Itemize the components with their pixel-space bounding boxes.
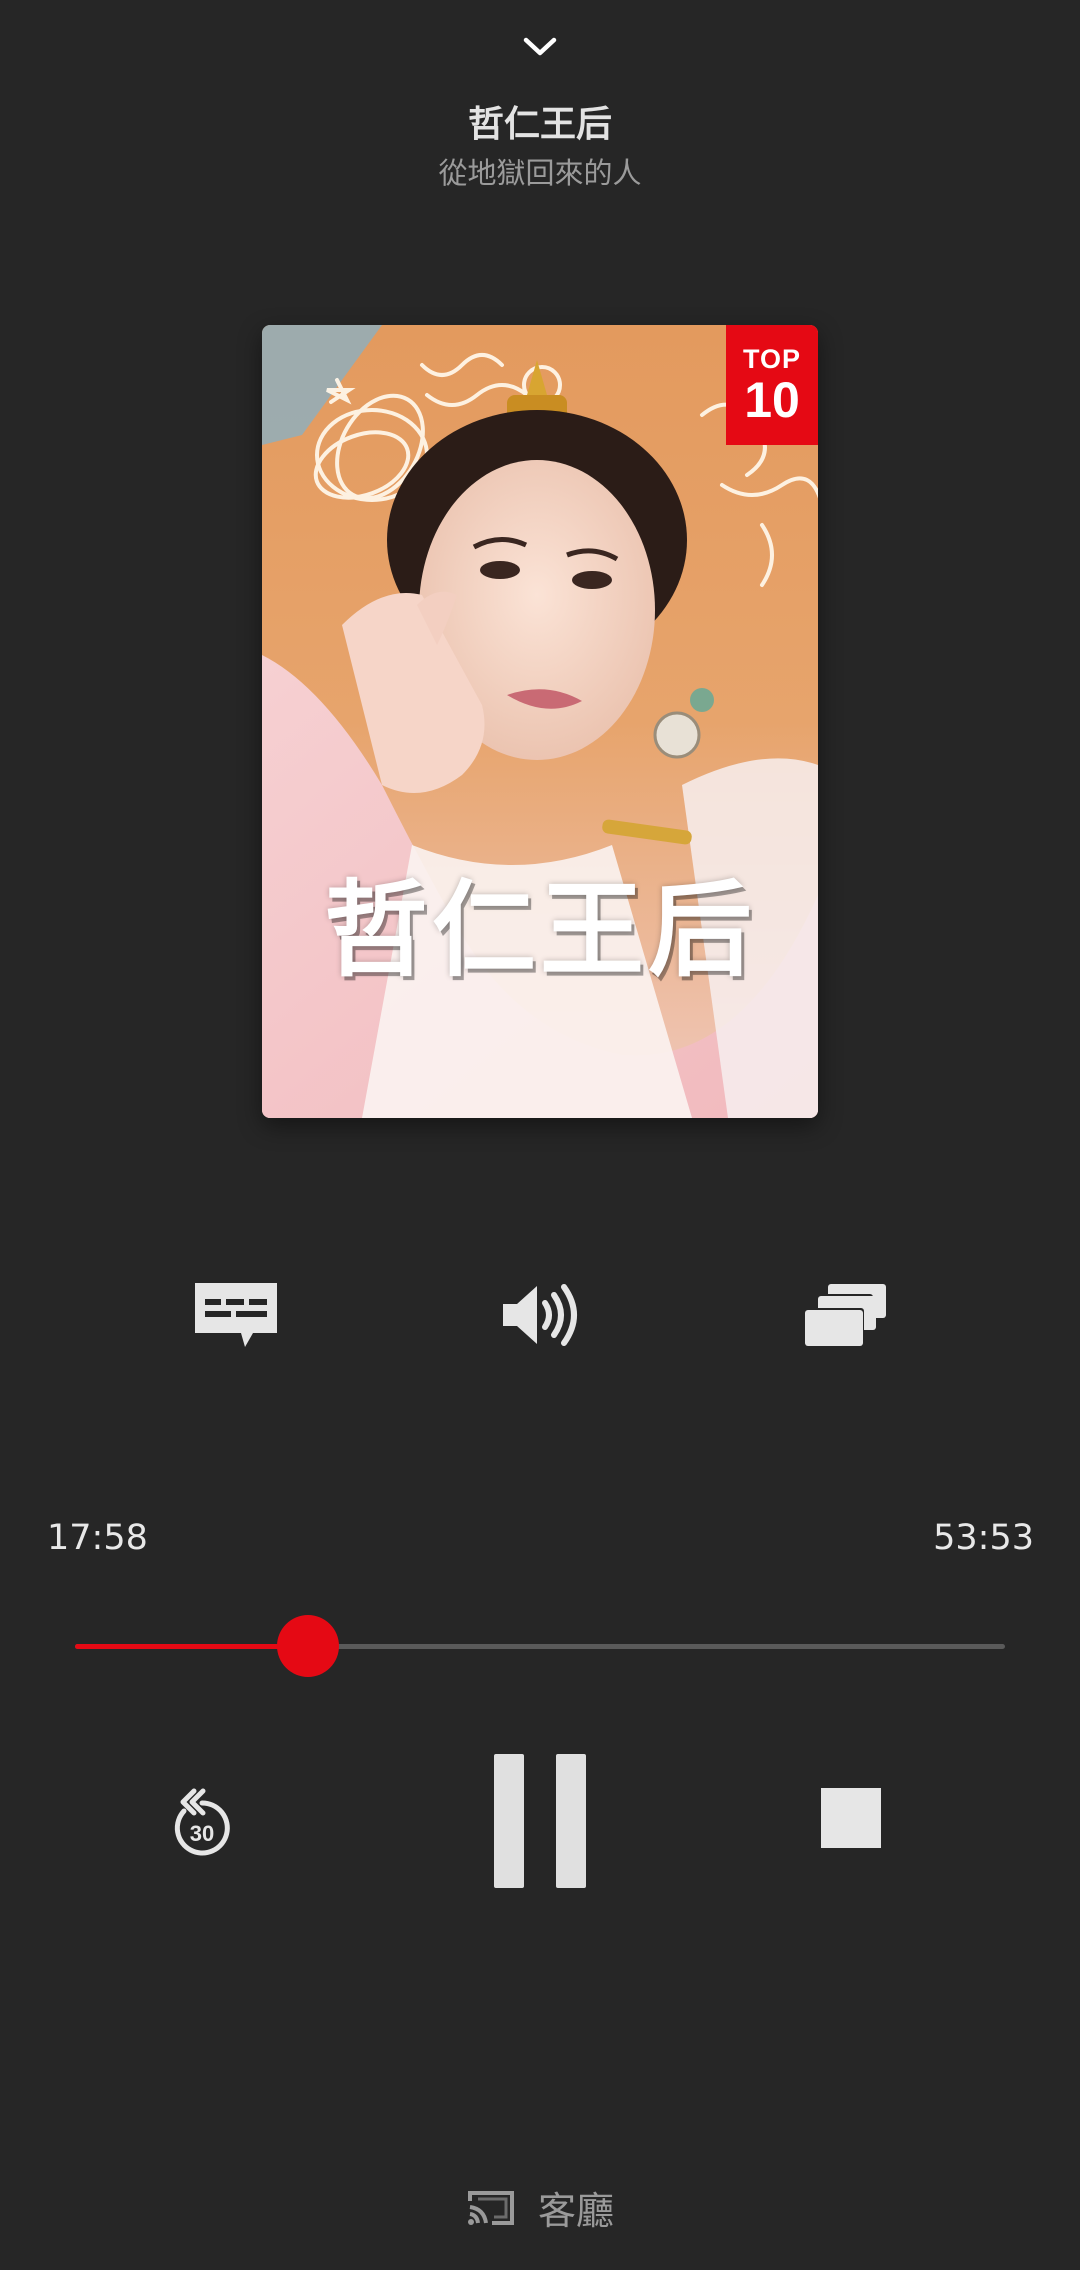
subtitles-button[interactable]: [181, 1260, 291, 1370]
badge-number-text: 10: [744, 371, 800, 428]
pause-icon-bar: [556, 1754, 586, 1888]
stop-icon: [821, 1788, 881, 1848]
seek-bar-thumb[interactable]: [276, 1615, 339, 1677]
episode-show-title: 哲仁王后: [467, 104, 612, 145]
elapsed-time: 17:58: [47, 1518, 148, 1558]
replay-30-icon: 30: [174, 1788, 230, 1856]
episode-title: 從地獄回來的人: [438, 156, 642, 190]
collapse-button[interactable]: [510, 22, 570, 72]
seek-bar[interactable]: [75, 1615, 1005, 1677]
show-poster: TOP 10 哲仁王后: [262, 325, 818, 1118]
badge-top-text: TOP: [742, 343, 801, 374]
cast-device-button[interactable]: 客廳: [0, 2180, 1080, 2235]
top10-badge: TOP 10: [726, 325, 818, 445]
seek-bar-progress: [75, 1644, 308, 1649]
stop-button[interactable]: [820, 1787, 882, 1849]
subtitles-icon: [195, 1283, 277, 1347]
audio-button[interactable]: [485, 1260, 595, 1370]
duration-time: 53:53: [933, 1518, 1034, 1558]
chevron-down-icon: [523, 37, 557, 56]
replay-30-button[interactable]: 30: [160, 1775, 244, 1871]
volume-icon: [503, 1284, 577, 1346]
pause-button[interactable]: [492, 1754, 588, 1888]
episodes-icon: [802, 1284, 886, 1346]
poster-title-art: 哲仁王后: [323, 869, 756, 991]
pause-icon: [494, 1754, 524, 1888]
cast-device-name: 客廳: [537, 2189, 614, 2233]
replay-30-label: 30: [190, 1821, 214, 1846]
cast-icon: [467, 2190, 514, 2225]
episodes-button[interactable]: [789, 1260, 899, 1370]
